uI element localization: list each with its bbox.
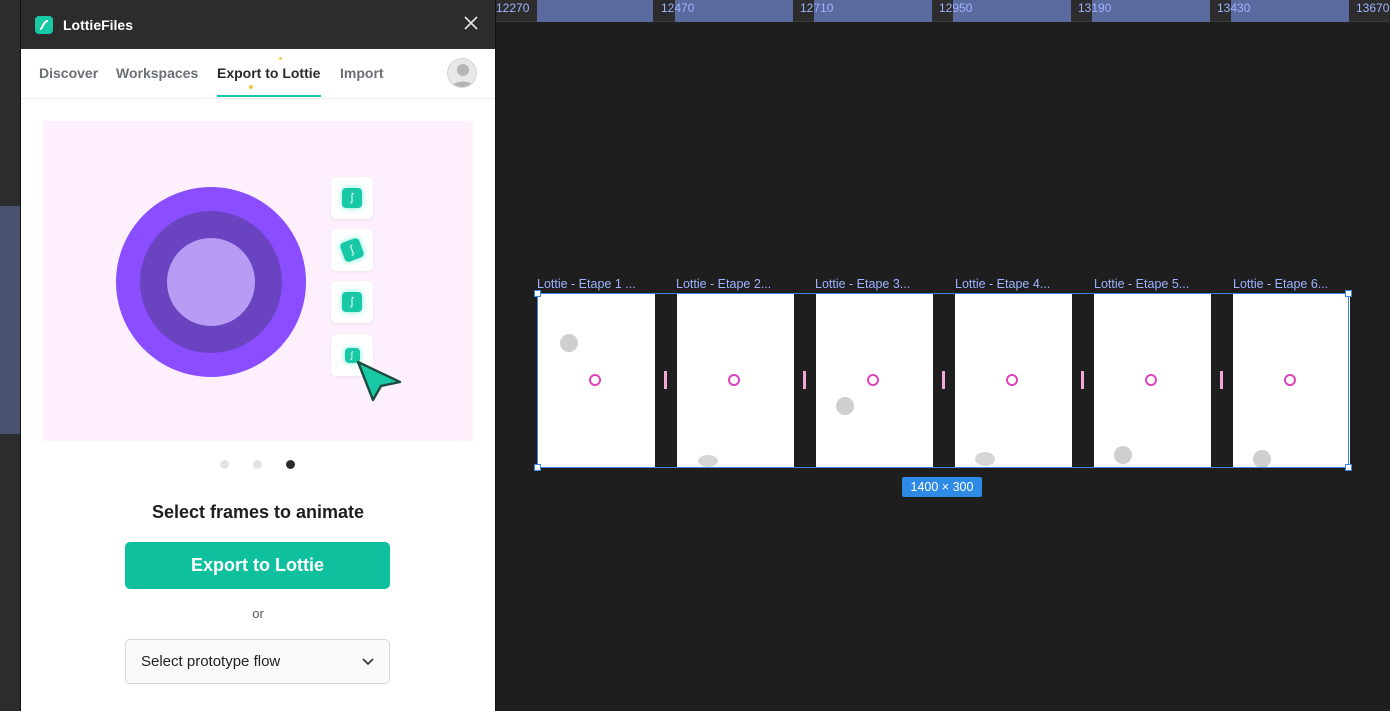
selection-size-badge: 1400 × 300 <box>902 477 982 497</box>
mini-frame-card: ∫ <box>331 281 373 323</box>
plugin-titlebar: LottieFiles <box>21 0 495 49</box>
lottiefiles-plugin-panel: LottieFiles Discover Workspaces Export t… <box>21 0 495 711</box>
purple-ring-shape <box>167 238 255 326</box>
horizontal-ruler: 12270 12470 12710 12950 13190 13430 1367… <box>495 0 1390 22</box>
lottie-logo-icon: ∫ <box>342 188 362 208</box>
frame-label[interactable]: Lottie - Etape 1 ... <box>537 277 655 291</box>
ruler-label: 13430 <box>1217 1 1251 15</box>
resize-handle[interactable] <box>1345 464 1352 471</box>
prototype-flow-select-value: Select prototype flow <box>141 653 281 670</box>
active-tab-indicator <box>217 95 321 97</box>
frame-label[interactable]: Lottie - Etape 6... <box>1233 277 1351 291</box>
figma-window: 12270 12470 12710 12950 13190 13430 1367… <box>0 0 1390 711</box>
ruler-label: 13670 <box>1356 1 1390 15</box>
tab-workspaces[interactable]: Workspaces <box>116 65 198 81</box>
pointer-cursor-icon <box>356 360 402 402</box>
plugin-tabs: Discover Workspaces Export to Lottie Imp… <box>21 49 495 99</box>
onboarding-illustration: ∫ ∫ ∫ ∫ <box>43 121 473 441</box>
ruler-label: 12470 <box>661 1 695 15</box>
selection-box[interactable] <box>537 293 1349 468</box>
ruler-label: 12710 <box>800 1 834 15</box>
frame-label[interactable]: Lottie - Etape 5... <box>1094 277 1212 291</box>
frame-label[interactable]: Lottie - Etape 3... <box>815 277 933 291</box>
prototype-flow-select[interactable]: Select prototype flow <box>125 639 390 684</box>
export-to-lottie-button[interactable]: Export to Lottie <box>125 542 390 589</box>
resize-handle[interactable] <box>534 290 541 297</box>
or-divider-text: or <box>252 606 264 621</box>
ruler-label: 13190 <box>1078 1 1112 15</box>
frame-label[interactable]: Lottie - Etape 4... <box>955 277 1073 291</box>
carousel-dot[interactable] <box>253 460 262 469</box>
tab-export-to-lottie[interactable]: Export to Lottie <box>217 65 320 81</box>
plugin-title: LottieFiles <box>63 16 134 33</box>
carousel-dots <box>220 460 300 472</box>
carousel-dot-active[interactable] <box>286 460 295 469</box>
sparkle-icon <box>279 57 282 60</box>
lottie-logo-icon: ∫ <box>339 237 365 263</box>
chevron-down-icon <box>362 658 374 666</box>
ruler-label: 12270 <box>496 1 530 15</box>
resize-handle[interactable] <box>1345 290 1352 297</box>
tab-discover[interactable]: Discover <box>39 65 98 81</box>
mini-frame-card: ∫ <box>331 177 373 219</box>
sparkle-icon <box>249 85 253 89</box>
mini-frame-card: ∫ <box>331 229 373 271</box>
close-icon[interactable] <box>461 14 481 34</box>
carousel-dot[interactable] <box>220 460 229 469</box>
avatar[interactable] <box>447 58 477 88</box>
resize-handle[interactable] <box>534 464 541 471</box>
layers-selection-edge <box>0 206 22 434</box>
tab-import[interactable]: Import <box>340 65 384 81</box>
lottie-logo-icon: ∫ <box>342 292 362 312</box>
lottie-logo-icon <box>35 15 53 34</box>
headline: Select frames to animate <box>151 502 365 522</box>
ruler-selection-segment <box>537 0 653 22</box>
frame-label[interactable]: Lottie - Etape 2... <box>676 277 794 291</box>
ruler-label: 12950 <box>939 1 973 15</box>
